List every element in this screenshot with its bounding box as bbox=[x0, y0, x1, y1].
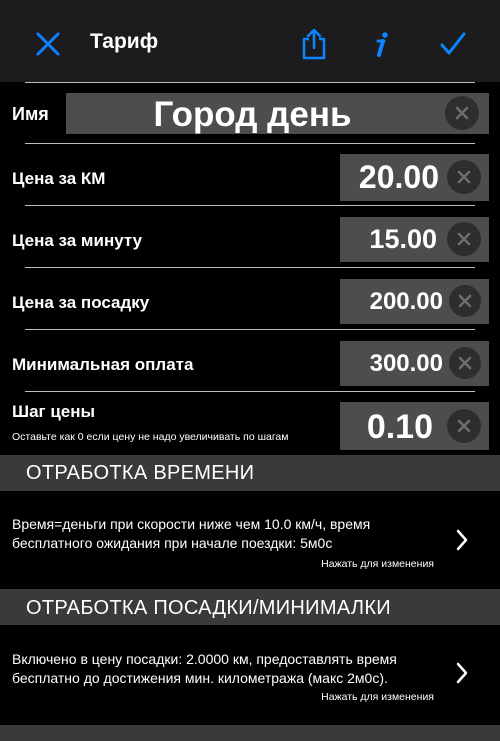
chevron-right-icon bbox=[456, 529, 468, 551]
price-per-boarding-input[interactable]: 200.00 bbox=[340, 279, 489, 324]
price-per-boarding-label: Цена за посадку bbox=[12, 293, 150, 312]
close-icon bbox=[36, 32, 60, 56]
price-per-boarding-value: 200.00 bbox=[369, 288, 443, 315]
time-settings-row[interactable]: Время=деньги при скорости ниже чем 10.0 … bbox=[0, 491, 500, 589]
minimum-fare-value: 300.00 bbox=[369, 350, 443, 377]
price-per-minute-value: 15.00 bbox=[369, 224, 437, 254]
divider bbox=[25, 82, 475, 83]
price-step-hint: Оставьте как 0 если цену не надо увеличи… bbox=[12, 431, 289, 443]
clear-price-per-minute-button[interactable] bbox=[447, 222, 481, 256]
price-per-minute-input[interactable]: 15.00 bbox=[340, 217, 489, 262]
close-icon bbox=[457, 170, 471, 184]
price-per-km-value: 20.00 bbox=[358, 159, 439, 195]
clear-price-step-button[interactable] bbox=[447, 409, 481, 443]
section-header-time: ОТРАБОТКА ВРЕМЕНИ bbox=[0, 455, 500, 491]
divider bbox=[25, 205, 475, 206]
time-settings-description: Время=деньги при скорости ниже чем 10.0 … bbox=[12, 516, 371, 551]
boarding-settings-row[interactable]: Включено в цену посадки: 2.0000 км, пред… bbox=[0, 625, 500, 725]
close-icon bbox=[457, 232, 471, 246]
boarding-settings-description: Включено в цену посадки: 2.0000 км, пред… bbox=[12, 651, 397, 686]
name-label: Имя bbox=[12, 104, 49, 124]
minimum-fare-label: Минимальная оплата bbox=[12, 355, 194, 374]
price-per-km-label: Цена за КМ bbox=[12, 169, 106, 188]
clear-price-per-km-button[interactable] bbox=[447, 160, 481, 194]
divider bbox=[25, 329, 475, 330]
minimum-fare-input[interactable]: 300.00 bbox=[340, 341, 489, 386]
close-icon bbox=[457, 419, 471, 433]
navigation-bar: Тариф bbox=[0, 0, 500, 82]
close-icon bbox=[458, 356, 472, 370]
time-settings-hint: Нажать для изменения bbox=[321, 558, 434, 570]
clear-price-per-boarding-button[interactable] bbox=[449, 285, 481, 317]
price-step-value: 0.10 bbox=[366, 408, 433, 446]
divider bbox=[25, 267, 475, 268]
divider bbox=[25, 391, 475, 392]
name-input[interactable]: Город день bbox=[66, 93, 489, 134]
close-icon bbox=[458, 294, 472, 308]
price-per-minute-label: Цена за минуту bbox=[12, 231, 143, 250]
share-icon bbox=[302, 28, 326, 60]
info-button[interactable] bbox=[362, 22, 402, 66]
price-per-km-input[interactable]: 20.00 bbox=[340, 154, 489, 201]
chevron-right-icon bbox=[456, 662, 468, 684]
checkmark-icon bbox=[440, 32, 466, 55]
section-header-next bbox=[0, 725, 500, 741]
info-icon bbox=[376, 32, 388, 57]
price-step-label: Шаг цены bbox=[12, 402, 96, 421]
divider bbox=[25, 143, 475, 144]
share-button[interactable] bbox=[292, 22, 336, 66]
section-title-time: ОТРАБОТКА ВРЕМЕНИ bbox=[26, 462, 255, 484]
price-step-input[interactable]: 0.10 bbox=[340, 402, 489, 450]
name-value: Город день bbox=[153, 95, 352, 134]
close-icon bbox=[455, 106, 469, 120]
clear-minimum-fare-button[interactable] bbox=[449, 347, 481, 379]
page-title: Тариф bbox=[90, 30, 159, 53]
section-title-boarding: ОТРАБОТКА ПОСАДКИ/МИНИМАЛКИ bbox=[26, 597, 391, 619]
confirm-button[interactable] bbox=[430, 22, 476, 66]
section-header-boarding: ОТРАБОТКА ПОСАДКИ/МИНИМАЛКИ bbox=[0, 589, 500, 625]
close-button[interactable] bbox=[26, 22, 70, 66]
clear-name-button[interactable] bbox=[445, 96, 479, 130]
boarding-settings-hint: Нажать для изменения bbox=[321, 691, 434, 703]
